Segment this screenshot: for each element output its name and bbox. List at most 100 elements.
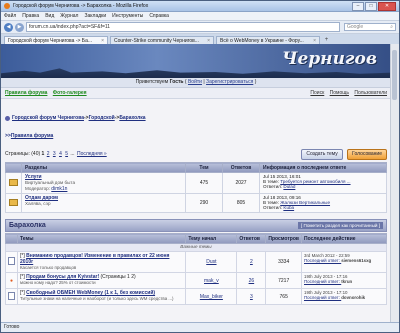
replies-count[interactable]: 3 [250, 294, 253, 300]
last-action-info: 19th July 2013 - 17:10 Последний ответ: … [301, 288, 387, 305]
browser-window: Городской форум Чернигова -> Барахолка -… [0, 0, 400, 333]
replies-cell: 2 [236, 251, 267, 273]
forum-dot-icon [5, 115, 10, 121]
forum-cell: Отдам даром Халява, сэр [21, 193, 186, 213]
replies-count: 2027 [222, 172, 260, 194]
page-link[interactable]: 5 [65, 151, 68, 157]
last-user-link[interactable]: Dulad [283, 184, 295, 189]
table-row: ● [*] Продам бонусы для Kyivstar! (Стран… [5, 272, 387, 289]
topic-cell: [*] Продам бонусы для Kyivstar! (Страниц… [16, 272, 187, 289]
help-link[interactable]: Помощь [330, 90, 349, 96]
starter-cell: Max_biker [185, 288, 238, 305]
guest-label: Гость [169, 79, 184, 85]
topic-cell: [*] Свободный ОБМЕН WebMoney (1 к 1, без… [16, 288, 187, 305]
pages-label: Страницы: (40) [5, 151, 41, 157]
topic-icon [8, 291, 15, 300]
menu-file[interactable]: Файл [4, 13, 16, 19]
forum-desc: Виртуальный дом быта [25, 180, 76, 185]
col-starter: Тему начал [185, 233, 238, 244]
topic-pages[interactable]: (Страницы 1 2) [99, 274, 136, 280]
url-bar[interactable]: forum.cn.ua/index.php?act=SF&f=11 [26, 22, 340, 32]
starter-cell: mak_v [185, 272, 238, 289]
welcome-sep: ) [253, 79, 257, 85]
topic-desc: Титульные знаки на наличные и наоборот (… [20, 296, 174, 301]
search-input[interactable]: Google ⌕ [344, 23, 396, 31]
scroll-thumb[interactable] [392, 50, 397, 100]
rules-link[interactable]: Правила форума [5, 90, 47, 96]
forward-icon[interactable]: ▶ [15, 22, 24, 32]
register-link[interactable]: Зарегистрироваться [206, 79, 253, 85]
icon-cell [5, 193, 22, 213]
menu-view[interactable]: Вид [45, 13, 54, 19]
members-link[interactable]: Пользователи [354, 90, 387, 96]
topic-desc: Касается только продавцов [20, 265, 77, 270]
page-link[interactable]: 3 [53, 151, 56, 157]
forum-desc: Халява, сэр [25, 201, 51, 206]
close-window-button[interactable]: ✕ [378, 1, 396, 11]
gallery-link[interactable]: Фото-галерея [53, 90, 87, 96]
replies-count: 805 [222, 193, 260, 213]
last-reply-label[interactable]: Последний ответ: [304, 258, 341, 263]
starter-link[interactable]: mak_v [204, 278, 219, 284]
icon-cell [5, 172, 22, 194]
menu-edit[interactable]: Правка [22, 13, 39, 19]
vertical-scrollbar[interactable] [390, 44, 399, 323]
forum-banner: Чернигов [1, 44, 391, 78]
breadcrumb-home[interactable]: Городской форум Чернигова [12, 115, 84, 121]
last-reply-user[interactable]: siemens61sxg [341, 258, 371, 263]
new-topic-button[interactable]: Создать тему [301, 148, 343, 160]
welcome-prefix: Приветствуем [135, 79, 170, 85]
last-page-link[interactable]: Последняя » [77, 151, 107, 157]
welcome-bar: Приветствуем Гость ( Войти | Зарегистрир… [1, 78, 391, 88]
icon-cell: ● [5, 272, 18, 289]
login-link[interactable]: Войти [188, 79, 202, 85]
last-reply-user[interactable]: tkrun [341, 279, 352, 284]
col-replies: Ответов [222, 162, 260, 173]
replies-count[interactable]: 26 [249, 278, 255, 284]
menu-tools[interactable]: Инструменты [112, 13, 143, 19]
menu-bookmarks[interactable]: Закладки [84, 13, 106, 19]
menu-help[interactable]: Справка [149, 13, 169, 19]
moderator-link[interactable]: dimk1n [51, 186, 67, 192]
pager-dots: ... [70, 151, 75, 157]
last-user-link[interactable]: Kuba [283, 205, 294, 210]
back-icon[interactable]: ◀ [4, 22, 13, 32]
folder-icon [9, 178, 18, 186]
breadcrumb-current[interactable]: Барахолка [119, 115, 145, 121]
views-count: 765 [265, 288, 302, 305]
section-title: Барахолка [9, 222, 46, 229]
navigation-bar: ◀ ▶ forum.cn.ua/index.php?act=SF&f=11 Go… [1, 21, 399, 34]
page-link[interactable]: 4 [59, 151, 62, 157]
table-row: Отдам даром Халява, сэр 290 805 Jul 18 2… [5, 193, 387, 213]
search-link[interactable]: Поиск [310, 90, 324, 96]
minimize-button[interactable]: – [352, 1, 364, 11]
col-last-info: Информация о последнем ответе [259, 162, 387, 173]
rules-subforum: >>Правила форума [5, 133, 54, 139]
topic-title-link[interactable]: Вниманию продавцов! Изменение в правилах… [20, 253, 169, 265]
replies-count[interactable]: 2 [250, 259, 253, 265]
last-reply-label[interactable]: Последний ответ: [304, 279, 341, 284]
last-reply-label[interactable]: Последний ответ: [304, 295, 341, 300]
search-icon[interactable]: ⌕ [390, 24, 393, 30]
col-replies: Ответов [236, 233, 267, 244]
col-sections: Разделы [21, 162, 186, 173]
starter-cell: Dust [185, 251, 238, 273]
breadcrumb-city[interactable]: Городской [89, 115, 115, 121]
menu-history[interactable]: Журнал [60, 13, 78, 19]
topics-count: 475 [185, 172, 223, 194]
pagination: Страницы: (40) 1 2 3 4 5 ... Последняя » [5, 151, 108, 157]
starter-link[interactable]: Dust [206, 259, 216, 265]
last-by-label: Ответил: [263, 205, 284, 210]
replies-cell: 3 [236, 288, 267, 305]
last-action-info: 19th July 2013 - 17:16 Последний ответ: … [301, 272, 387, 289]
last-reply-user[interactable]: dovnorohik [341, 295, 365, 300]
poll-button[interactable]: Голосование [347, 148, 387, 160]
important-label: Важные темы [5, 243, 387, 252]
rules-subforum-link[interactable]: Правила форума [11, 133, 53, 139]
mark-read-link[interactable]: [ Пометить раздел как прочитанный ] [297, 222, 383, 229]
starter-link[interactable]: Max_biker [200, 294, 223, 300]
hot-topic-icon: ● [9, 277, 14, 284]
maximize-button[interactable]: □ [365, 1, 377, 11]
last-action-info: 3rd March 2012 - 22:59 Последний ответ: … [301, 251, 387, 273]
page-link[interactable]: 2 [47, 151, 50, 157]
